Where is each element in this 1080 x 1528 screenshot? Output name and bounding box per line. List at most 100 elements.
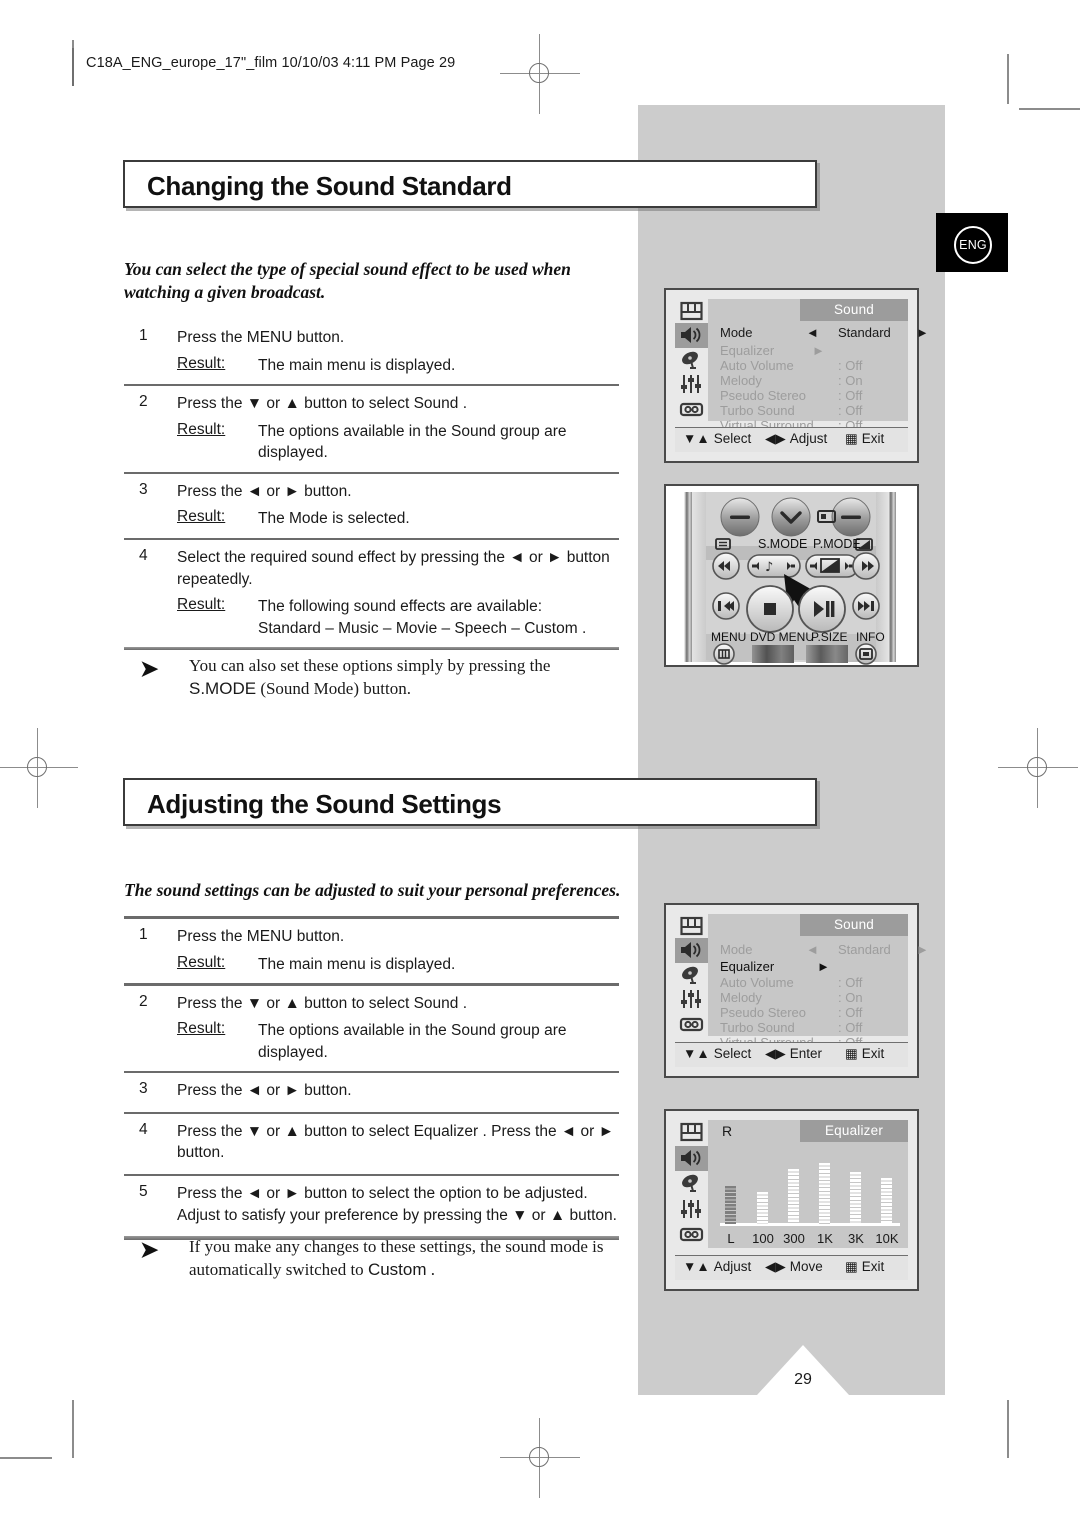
- language-badge: ENG: [936, 213, 1008, 272]
- setup-icon[interactable]: [675, 397, 708, 421]
- result-text: The main menu is displayed.: [258, 356, 456, 374]
- osd-row-name: Turbo Sound: [720, 1020, 795, 1035]
- step-item: 5 Press the ◄ or ► button to select the …: [124, 1176, 619, 1236]
- leftright-arrow-icon: ◀▶: [765, 1046, 786, 1061]
- osd-title: Sound: [800, 299, 908, 321]
- osd-footer-select-label: Select: [713, 431, 752, 446]
- note-text-part2: (Sound Mode) button.: [256, 678, 411, 698]
- step-number: 1: [139, 327, 148, 344]
- osd-footer-middle-label: Enter: [789, 1046, 823, 1061]
- osd-row-name: Melody: [720, 373, 762, 388]
- feature-icon[interactable]: [675, 1197, 708, 1223]
- picture-icon[interactable]: [675, 914, 708, 938]
- channel-icon[interactable]: [675, 1171, 708, 1197]
- svg-text:♪: ♪: [765, 560, 773, 575]
- equalizer-pane: Equalizer R L 100 300 1K 3K 10K: [708, 1120, 908, 1248]
- note-text-part1: You can also set these options simply by…: [189, 656, 551, 675]
- step-number: 4: [139, 547, 148, 565]
- sound-icon[interactable]: [675, 938, 708, 963]
- osd-footer-middle: ◀▶ Move: [765, 1259, 823, 1275]
- osd-row-value: : Off: [838, 358, 863, 373]
- feature-icon[interactable]: [675, 372, 708, 396]
- step-item: 4 Press the ▼ or ▲ button to select Equa…: [124, 1114, 619, 1174]
- osd-row-value: : Off: [838, 1020, 863, 1035]
- equalizer-tick-3k: 3K: [848, 1231, 864, 1246]
- step-instruction: Press the ▼ or ▲ button to select Equali…: [177, 1122, 614, 1162]
- osd-row-name: Mode: [720, 325, 753, 340]
- step-instruction: Press the MENU button.: [177, 329, 345, 346]
- section-title-2: Adjusting the Sound Settings: [147, 789, 502, 819]
- osd-row-name: Turbo Sound: [720, 403, 795, 418]
- step-result: Result: The options available in the Sou…: [177, 1020, 619, 1063]
- step-result: Result: The following sound effects are …: [177, 596, 619, 639]
- left-arrow-icon[interactable]: ◄: [806, 942, 819, 958]
- picture-icon[interactable]: [675, 1120, 708, 1146]
- osd-row-value: : Off: [838, 388, 863, 403]
- equalizer-balance-bar[interactable]: [725, 1186, 736, 1224]
- leftright-arrow-icon: ◀▶: [765, 1259, 786, 1274]
- note-text-emphasis: S.MODE: [189, 678, 257, 698]
- osd-footer-exit-label: Exit: [861, 431, 885, 446]
- osd-row-value: : Off: [838, 403, 863, 418]
- svg-text:S.MODE: S.MODE: [758, 537, 807, 551]
- menu-icon: ▦: [845, 431, 858, 446]
- equalizer-bar-300[interactable]: [788, 1169, 799, 1224]
- page-number: 29: [794, 1371, 812, 1388]
- osd-footer-exit-label: Exit: [861, 1046, 885, 1061]
- equalizer-bar-1k[interactable]: [819, 1163, 830, 1224]
- crop-mark-bottom-left-h: [0, 1457, 52, 1459]
- registration-mark-top-center: [500, 34, 580, 114]
- note-arrow-icon: ➤: [140, 656, 159, 681]
- equalizer-bar-3k[interactable]: [850, 1172, 861, 1224]
- equalizer-bar-100[interactable]: [757, 1192, 768, 1224]
- feature-icon[interactable]: [675, 987, 708, 1011]
- osd-row-name: Auto Volume: [720, 975, 794, 990]
- note-arrow-icon: ➤: [140, 1237, 159, 1262]
- svg-text:MENU: MENU: [711, 630, 746, 644]
- osd-sound-mode-menu: Sound Mode ◄ Standard ► Equalizer ► Auto…: [664, 288, 929, 463]
- result-label: Result:: [177, 420, 226, 438]
- manual-page: C18A_ENG_europe_17"_film 10/10/03 4:11 P…: [0, 0, 1080, 1528]
- right-arrow-icon[interactable]: ►: [916, 325, 929, 341]
- remote-diagram: S.MODE P.MODE ♪ MENU DVD MENU P.SIZE INF…: [664, 484, 919, 667]
- step-number: 4: [139, 1120, 148, 1138]
- sound-icon[interactable]: [675, 1145, 708, 1172]
- result-text: The options available in the Sound group…: [258, 1022, 567, 1061]
- osd-row-value: Standard: [838, 942, 891, 957]
- step-instruction: Select the required sound effect by pres…: [177, 549, 610, 588]
- sound-icon[interactable]: [675, 323, 708, 348]
- setup-icon[interactable]: [675, 1222, 708, 1248]
- picture-icon[interactable]: [675, 299, 708, 323]
- chevron-right-icon: ►: [817, 959, 830, 974]
- leftright-arrow-icon: ◀▶: [765, 431, 786, 446]
- result-text: The Mode is selected.: [258, 510, 410, 528]
- osd-title: Sound: [800, 914, 908, 936]
- osd-icon-column: [675, 1120, 708, 1248]
- updown-arrow-icon: ▼▲: [683, 1259, 710, 1274]
- svg-text:P.SIZE: P.SIZE: [811, 630, 847, 644]
- note-text: You can also set these options simply by…: [189, 655, 620, 700]
- header-rule: [72, 48, 74, 86]
- osd-icon-column: [675, 914, 708, 1036]
- left-arrow-icon[interactable]: ◄: [806, 325, 819, 341]
- osd-footer-exit-label: Exit: [861, 1259, 885, 1274]
- section-title-box-2: Adjusting the Sound Settings: [123, 778, 817, 826]
- osd-sound-equalizer-menu: Sound Mode ◄ Standard ► Equalizer ► Auto…: [664, 903, 929, 1078]
- setup-icon[interactable]: [675, 1012, 708, 1036]
- channel-icon[interactable]: [675, 963, 708, 987]
- equalizer-bar-10k[interactable]: [881, 1178, 892, 1224]
- right-arrow-icon[interactable]: ►: [916, 942, 929, 958]
- step-number: 3: [139, 1080, 148, 1098]
- step-instruction: Press the MENU button.: [177, 928, 345, 946]
- note-1: ➤ You can also set these options simply …: [140, 655, 620, 700]
- equalizer-tick-300: 300: [783, 1231, 805, 1246]
- menu-icon: ▦: [845, 1046, 858, 1061]
- language-badge-label: ENG: [954, 226, 992, 264]
- osd-row-name: Melody: [720, 990, 762, 1005]
- section-intro-2: The sound settings can be adjusted to su…: [124, 880, 621, 900]
- channel-icon[interactable]: [675, 348, 708, 372]
- osd-equalizer-screen: Equalizer R L 100 300 1K 3K 10K ▼▲ Adjus…: [664, 1109, 919, 1291]
- step-item: 2 Press the ▼ or ▲ button to select Soun…: [124, 986, 619, 1072]
- osd-footer-middle: ◀▶ Adjust: [765, 431, 827, 447]
- osd-footer-middle-label: Move: [789, 1259, 823, 1274]
